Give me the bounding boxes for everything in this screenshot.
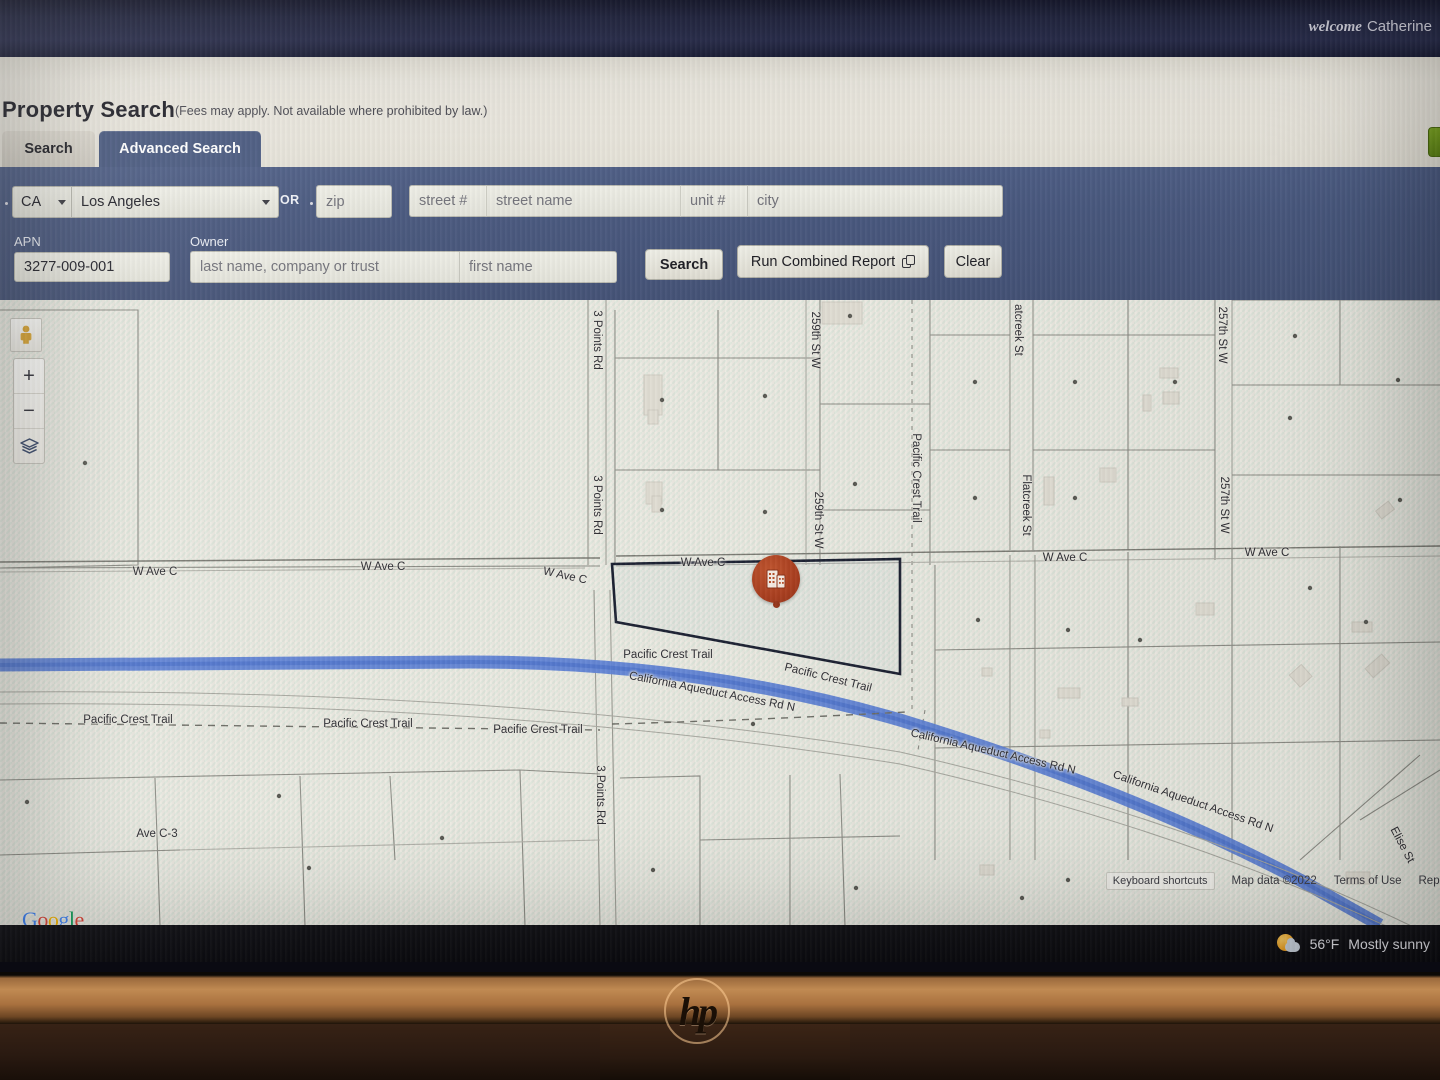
monitor-stand bbox=[600, 1024, 850, 1080]
terms-of-use-link[interactable]: Terms of Use bbox=[1334, 875, 1402, 887]
street-name-input[interactable]: street name bbox=[487, 185, 680, 217]
weather-widget[interactable]: 56°F Mostly sunny bbox=[1276, 933, 1430, 955]
owner-label: Owner bbox=[190, 234, 229, 249]
parcel-map[interactable]: 3 Points Rd 3 Points Rd 3 Points Rd 259th S… bbox=[0, 300, 1440, 925]
chevron-down-icon bbox=[262, 199, 270, 205]
county-select[interactable]: Los Angeles bbox=[72, 186, 279, 218]
required-marker-state bbox=[5, 202, 8, 205]
state-select[interactable]: CA bbox=[12, 186, 72, 218]
run-combined-report-label: Run Combined Report bbox=[750, 253, 896, 270]
city-input[interactable]: city bbox=[748, 185, 1003, 217]
screen-content: welcome Catherine Property Search (Fees m… bbox=[0, 0, 1440, 962]
google-logo-letter: o bbox=[47, 907, 59, 925]
google-logo-letter: G bbox=[22, 907, 38, 925]
keyboard-shortcuts-button[interactable]: Keyboard shortcuts bbox=[1105, 872, 1215, 890]
user-name: Catherine bbox=[1366, 18, 1432, 35]
zip-input[interactable]: zip bbox=[316, 185, 392, 218]
zoom-in-button[interactable]: + bbox=[14, 359, 44, 393]
google-logo-letter: o bbox=[37, 907, 48, 925]
google-logo-letter: g bbox=[58, 907, 69, 925]
property-marker[interactable] bbox=[752, 555, 800, 608]
required-marker-zip bbox=[310, 202, 313, 205]
zoom-out-button[interactable]: − bbox=[14, 393, 44, 428]
map-layers-button[interactable] bbox=[14, 428, 44, 463]
run-combined-report-button[interactable]: Run Combined Report bbox=[737, 245, 929, 278]
google-logo: Google bbox=[22, 907, 84, 925]
zoom-controls[interactable]: + − bbox=[13, 358, 45, 464]
map-data-copyright: Map data ©2022 bbox=[1231, 875, 1317, 887]
pegman-icon bbox=[20, 325, 32, 344]
report-problem-link[interactable]: Repo bbox=[1419, 875, 1440, 887]
clear-button-label: Clear bbox=[955, 253, 991, 270]
monitor-bezel: welcome Catherine Property Search (Fees m… bbox=[0, 0, 1440, 972]
state-select-value: CA bbox=[21, 194, 42, 210]
apn-label: APN bbox=[14, 234, 41, 249]
county-select-value: Los Angeles bbox=[81, 194, 161, 210]
taskbar: 56°F Mostly sunny bbox=[0, 925, 1440, 962]
search-button[interactable]: Search bbox=[645, 249, 723, 280]
welcome-label: welcome bbox=[1308, 19, 1362, 35]
partly-sunny-icon bbox=[1276, 933, 1301, 955]
street-view-pegman[interactable] bbox=[10, 318, 42, 352]
search-button-label: Search bbox=[659, 256, 709, 273]
owner-lastname-input[interactable]: last name, company or trust bbox=[190, 251, 460, 283]
hp-brand-logo: hp bbox=[664, 978, 730, 1044]
layers-icon bbox=[19, 437, 39, 454]
or-separator-label: OR bbox=[280, 193, 300, 207]
monitor-photo: welcome Catherine Property Search (Fees m… bbox=[0, 0, 1440, 1080]
map-attribution: Keyboard shortcuts Map data ©2022 Terms … bbox=[1105, 872, 1440, 890]
building-icon bbox=[766, 569, 786, 589]
clear-button[interactable]: Clear bbox=[944, 245, 1002, 278]
property-marker-bubble bbox=[752, 555, 800, 603]
green-action-button[interactable] bbox=[1428, 127, 1440, 157]
welcome-banner: welcome Catherine bbox=[1309, 18, 1432, 36]
tab-advanced-search[interactable]: Advanced Search bbox=[99, 131, 261, 167]
tab-search[interactable]: Search bbox=[2, 131, 95, 167]
apn-input[interactable]: 3277-009-001 bbox=[14, 252, 170, 282]
weather-condition: Mostly sunny bbox=[1348, 936, 1430, 952]
copy-icon bbox=[902, 255, 916, 268]
property-marker-tail bbox=[772, 601, 780, 608]
google-logo-letter: e bbox=[74, 907, 85, 925]
os-top-bar: welcome Catherine bbox=[0, 0, 1440, 57]
fees-disclaimer: (Fees may apply. Not available where pro… bbox=[175, 104, 488, 118]
unit-number-input[interactable]: unit # bbox=[680, 185, 748, 217]
map-canvas bbox=[0, 300, 1440, 925]
owner-firstname-input[interactable]: first name bbox=[460, 251, 617, 283]
chevron-down-icon bbox=[58, 199, 66, 205]
page-title: Property Search bbox=[2, 97, 175, 122]
weather-temperature: 56°F bbox=[1309, 936, 1340, 952]
street-number-input[interactable]: street # bbox=[409, 185, 487, 217]
